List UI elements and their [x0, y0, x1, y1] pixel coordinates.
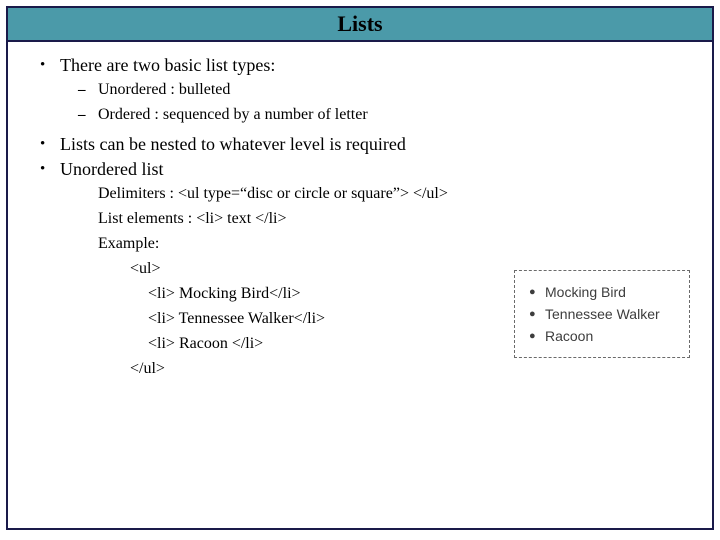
bullet-text: <ul> — [130, 258, 161, 280]
bullet-item: There are two basic list types: — [40, 54, 704, 76]
bullet-item: Lists can be nested to whatever level is… — [40, 133, 704, 155]
slide-content: There are two basic list types: Unordere… — [8, 42, 712, 391]
slide-title: Lists — [337, 11, 382, 37]
bullet-text: Unordered list — [60, 158, 163, 180]
bullet-dot-icon — [40, 133, 60, 155]
bullet-text: Ordered : sequenced by a number of lette… — [98, 104, 368, 126]
bullet-text: List elements : <li> text </li> — [98, 208, 287, 230]
bullet-item: </ul> — [110, 358, 704, 380]
bullet-dot-icon — [529, 325, 545, 347]
bullet-text: <li> Racoon </li> — [148, 333, 263, 355]
bullet-item: Delimiters : <ul type=“disc or circle or… — [78, 183, 704, 205]
example-text: Racoon — [545, 325, 593, 347]
bullet-dot-icon — [40, 54, 60, 76]
bullet-text: <li> Mocking Bird</li> — [148, 283, 301, 305]
bullet-text: <li> Tennessee Walker</li> — [148, 308, 325, 330]
bullet-item: Unordered : bulleted — [78, 79, 704, 101]
bullet-text: Delimiters : <ul type=“disc or circle or… — [98, 183, 448, 205]
list-item: Tennessee Walker — [529, 303, 671, 325]
bullet-dash-icon — [78, 104, 98, 126]
bullet-item: Unordered list — [40, 158, 704, 180]
list-item: Mocking Bird — [529, 281, 671, 303]
list-item: Racoon — [529, 325, 671, 347]
example-text: Mocking Bird — [545, 281, 626, 303]
title-bar: Lists — [8, 8, 712, 42]
bullet-text: Unordered : bulleted — [98, 79, 230, 101]
bullet-dot-icon — [529, 303, 545, 325]
bullet-item: Example: — [78, 233, 704, 255]
example-text: Tennessee Walker — [545, 303, 660, 325]
example-output-box: Mocking Bird Tennessee Walker Racoon — [514, 270, 690, 358]
bullet-text: There are two basic list types: — [60, 54, 275, 76]
bullet-dot-icon — [40, 158, 60, 180]
bullet-dash-icon — [78, 79, 98, 101]
bullet-text: Lists can be nested to whatever level is… — [60, 133, 406, 155]
bullet-dot-icon — [529, 281, 545, 303]
bullet-item: Ordered : sequenced by a number of lette… — [78, 104, 704, 126]
bullet-text: </ul> — [130, 358, 165, 380]
bullet-text: Example: — [98, 233, 159, 255]
bullet-item: List elements : <li> text </li> — [78, 208, 704, 230]
slide-frame: Lists There are two basic list types: Un… — [6, 6, 714, 530]
